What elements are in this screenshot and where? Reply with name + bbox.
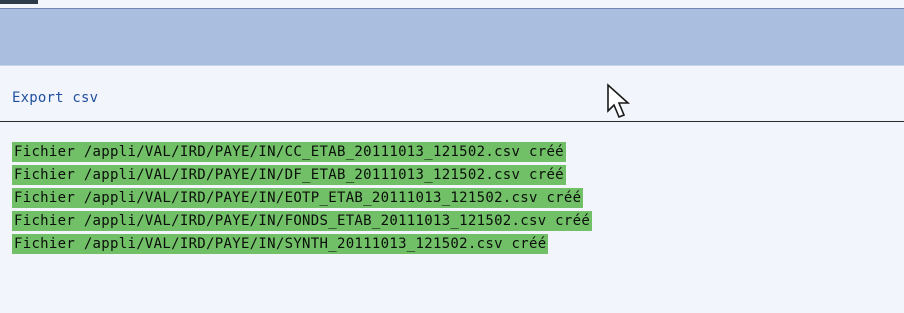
success-message: Fichier /appli/VAL/IRD/PAYE/IN/EOTP_ETAB… [12,188,584,208]
window-top-strip [0,0,904,8]
list-item: Fichier /appli/VAL/IRD/PAYE/IN/EOTP_ETAB… [12,187,592,210]
page-title: Export csv [12,90,99,106]
application-toolbar [0,8,904,66]
mouse-pointer-icon [607,83,631,119]
main-content: Export csv Fichier /appli/VAL/IRD/PAYE/I… [0,66,904,313]
success-message: Fichier /appli/VAL/IRD/PAYE/IN/SYNTH_201… [12,234,549,254]
list-item: Fichier /appli/VAL/IRD/PAYE/IN/SYNTH_201… [12,233,592,256]
message-list: Fichier /appli/VAL/IRD/PAYE/IN/CC_ETAB_2… [12,141,593,256]
success-message: Fichier /appli/VAL/IRD/PAYE/IN/DF_ETAB_2… [12,165,566,185]
list-item: Fichier /appli/VAL/IRD/PAYE/IN/DF_ETAB_2… [12,164,592,187]
list-item: Fichier /appli/VAL/IRD/PAYE/IN/CC_ETAB_2… [12,141,592,164]
success-message: Fichier /appli/VAL/IRD/PAYE/IN/FONDS_ETA… [12,211,593,231]
list-item: Fichier /appli/VAL/IRD/PAYE/IN/FONDS_ETA… [12,210,593,233]
title-separator [0,121,904,122]
window-title-fragment [0,0,38,4]
success-message: Fichier /appli/VAL/IRD/PAYE/IN/CC_ETAB_2… [12,142,566,162]
